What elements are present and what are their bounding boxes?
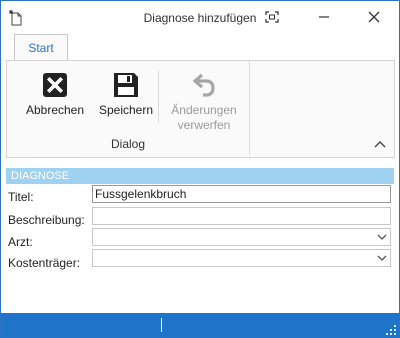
tab-start[interactable]: Start xyxy=(14,34,68,61)
undo-arrow-icon xyxy=(163,67,245,103)
revert-changes-button[interactable]: Änderungen verwerfen xyxy=(163,67,245,133)
status-separator xyxy=(161,318,162,332)
floppy-disk-icon xyxy=(89,67,163,103)
chevron-up-icon xyxy=(372,140,388,154)
title-label: Titel: xyxy=(8,190,34,204)
close-button[interactable] xyxy=(361,7,387,29)
save-button-label: Speichern xyxy=(98,103,154,117)
chevron-down-icon[interactable] xyxy=(374,250,390,266)
minimize-icon xyxy=(318,11,330,26)
fullscreen-icon xyxy=(265,10,279,26)
description-label: Beschreibung: xyxy=(8,213,85,227)
ribbon-group-label: Dialog xyxy=(110,137,146,151)
payer-combobox[interactable] xyxy=(92,249,391,267)
cancel-button-label: Abbrechen xyxy=(25,103,85,117)
ribbon-group-dialog: Abbrechen Speichern Änderungen verwerfen… xyxy=(7,61,250,155)
revert-label-line2: verwerfen xyxy=(177,118,231,132)
doctor-combobox[interactable] xyxy=(92,228,391,246)
ribbon-tabstrip: Start xyxy=(1,34,399,61)
close-icon xyxy=(368,11,380,26)
dialog-window: Diagnose hinzufügen Start Abbrechen Spei… xyxy=(0,0,400,338)
ribbon-collapse-button[interactable] xyxy=(372,137,388,151)
status-bar xyxy=(1,313,399,337)
title-bar: Diagnose hinzufügen xyxy=(1,1,399,34)
minimize-button[interactable] xyxy=(311,7,337,29)
cancel-button[interactable]: Abbrechen xyxy=(15,67,95,118)
description-field[interactable] xyxy=(92,207,391,225)
payer-label: Kostenträger: xyxy=(8,256,81,270)
ribbon-separator xyxy=(158,71,159,123)
chevron-down-icon[interactable] xyxy=(374,229,390,245)
revert-label-line1: Änderungen xyxy=(171,103,237,117)
title-field[interactable] xyxy=(92,185,391,203)
save-button[interactable]: Speichern xyxy=(89,67,163,118)
restore-button[interactable] xyxy=(259,7,285,29)
ribbon: Abbrechen Speichern Änderungen verwerfen… xyxy=(6,60,395,158)
cancel-x-icon xyxy=(15,67,95,103)
window-title: Diagnose hinzufügen xyxy=(143,11,257,25)
resize-grip-icon[interactable] xyxy=(386,324,396,335)
section-header-diagnose: DIAGNOSE xyxy=(6,168,394,184)
doctor-label: Arzt: xyxy=(8,235,33,249)
